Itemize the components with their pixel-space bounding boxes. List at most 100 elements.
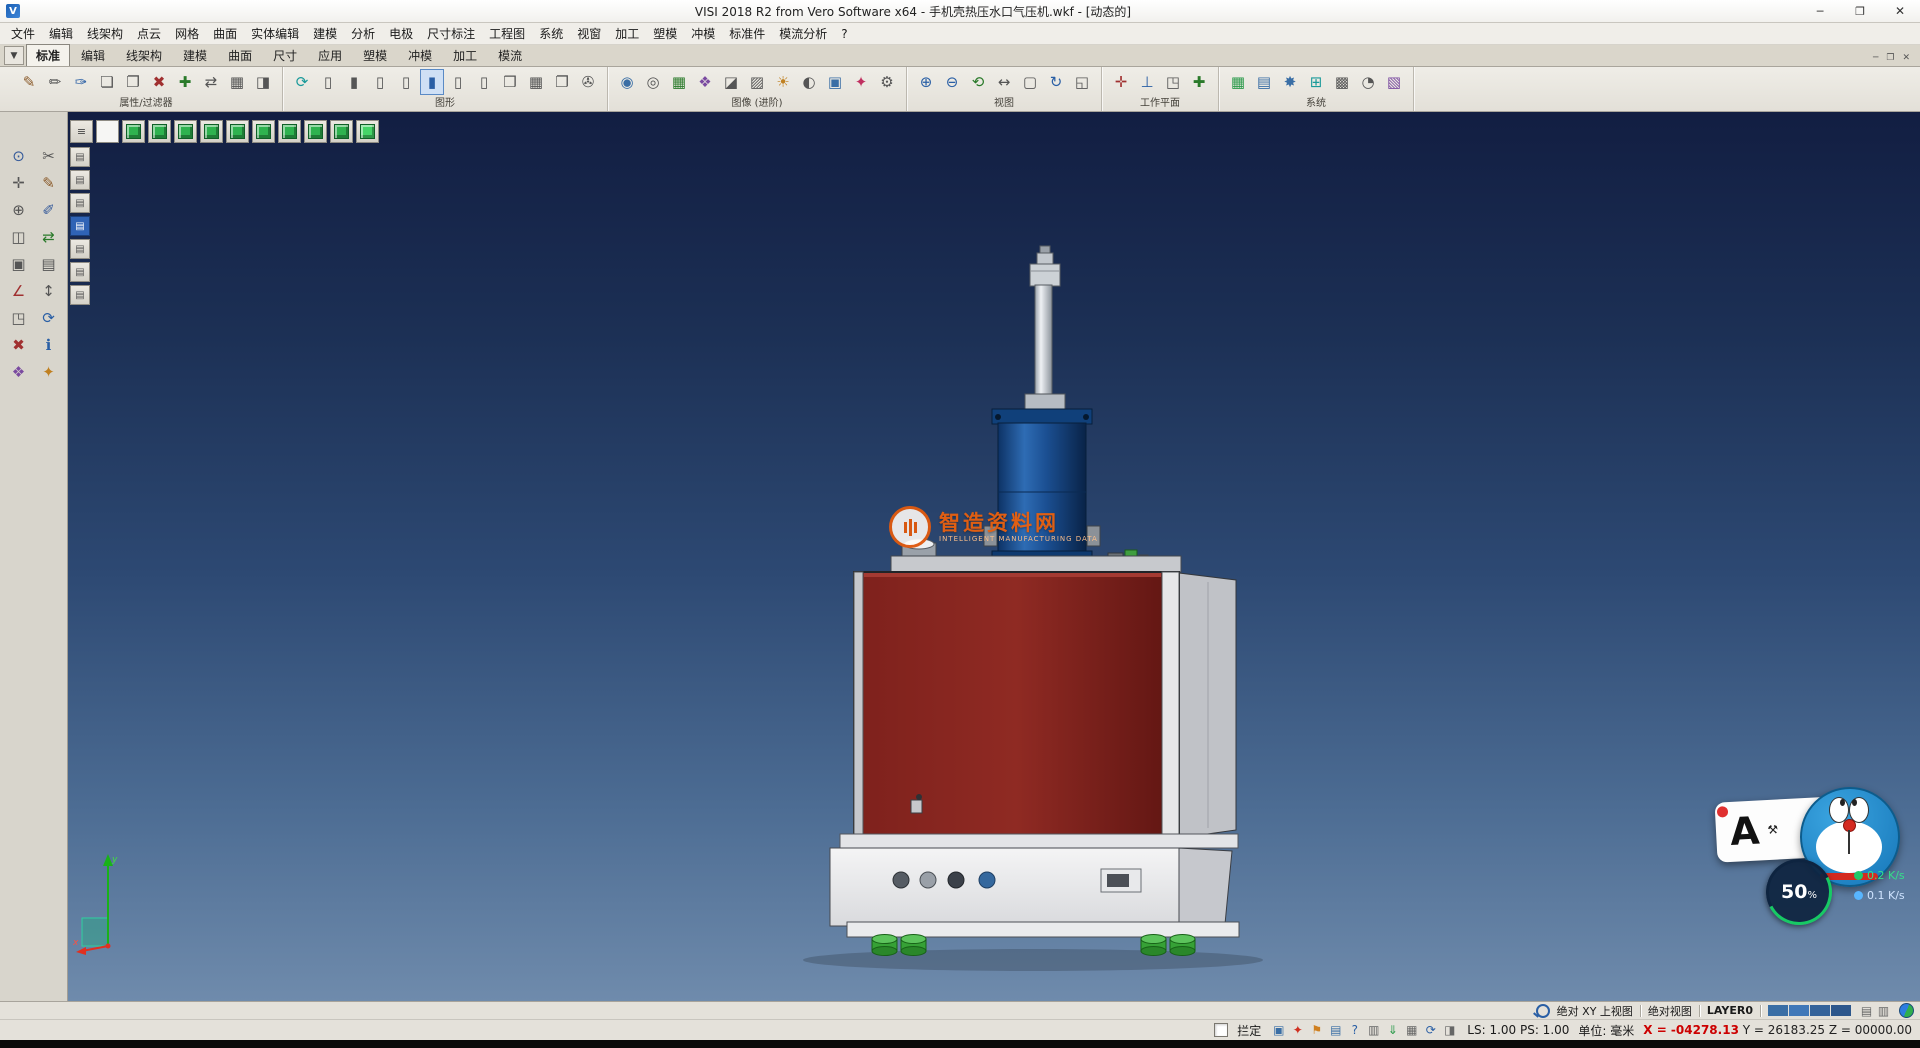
dimension-icon[interactable]: ↕ <box>34 277 64 304</box>
workplane-normal-icon[interactable]: ⊥ <box>1135 69 1159 95</box>
render-outline-icon[interactable]: ◎ <box>641 69 665 95</box>
cylinder-view-6-icon[interactable]: ▯ <box>472 69 496 95</box>
light-icon[interactable]: ☀ <box>771 69 795 95</box>
system-grid-icon[interactable]: ▦ <box>1226 69 1250 95</box>
filter-remove-icon[interactable]: ✖ <box>147 69 171 95</box>
system-clock-icon[interactable]: ◔ <box>1356 69 1380 95</box>
cylinder-view-3-icon[interactable]: ▯ <box>368 69 392 95</box>
filter-copy-icon[interactable]: ❐ <box>121 69 145 95</box>
menu-item-?[interactable]: ? <box>834 25 854 43</box>
render-shaded-icon[interactable]: ◉ <box>615 69 639 95</box>
tab-应用[interactable]: 应用 <box>308 44 352 66</box>
snap-cross-icon[interactable]: ✛ <box>4 169 34 196</box>
tab-尺寸[interactable]: 尺寸 <box>263 44 307 66</box>
clip-plane-3-button[interactable]: ▤ <box>70 193 90 213</box>
filter-swap-icon[interactable]: ⇄ <box>199 69 223 95</box>
tab-建模[interactable]: 建模 <box>173 44 217 66</box>
mirror-icon[interactable]: ⇄ <box>34 223 64 250</box>
view-cube-button-1[interactable] <box>122 120 145 143</box>
favorite-icon[interactable]: ✦ <box>34 358 64 385</box>
redraw-view-icon[interactable]: ↻ <box>1044 69 1068 95</box>
window-zoom-icon[interactable]: ◱ <box>1070 69 1094 95</box>
layer-color-bar-4[interactable] <box>1831 1005 1851 1016</box>
layer-display-icon[interactable]: ❐ <box>550 69 574 95</box>
tab-编辑[interactable]: 编辑 <box>71 44 115 66</box>
menu-item-曲面[interactable]: 曲面 <box>206 23 244 44</box>
menu-item-编辑[interactable]: 编辑 <box>42 23 80 44</box>
workplane-new-icon[interactable]: ✚ <box>1187 69 1211 95</box>
tab-模流[interactable]: 模流 <box>488 44 532 66</box>
lock-checkbox[interactable] <box>1214 1023 1228 1037</box>
view-cube-button-9[interactable] <box>330 120 353 143</box>
menu-item-冲模[interactable]: 冲模 <box>684 23 722 44</box>
system-snap-icon[interactable]: ✸ <box>1278 69 1302 95</box>
menu-item-实体编辑[interactable]: 实体编辑 <box>244 23 306 44</box>
workplane-icon[interactable]: ◳ <box>4 304 34 331</box>
clip-plane-2-button[interactable]: ▤ <box>70 170 90 190</box>
menu-item-视窗[interactable]: 视窗 <box>570 23 608 44</box>
filter-box-icon[interactable]: ❏ <box>95 69 119 95</box>
cylinder-view-1-icon[interactable]: ▯ <box>316 69 340 95</box>
copy-attributes-icon[interactable]: ✏ <box>43 69 67 95</box>
view-cube-button-7[interactable] <box>278 120 301 143</box>
attribute-pen-icon[interactable]: ✑ <box>69 69 93 95</box>
view-cube-button-5[interactable] <box>226 120 249 143</box>
trim-icon[interactable]: ✂ <box>34 142 64 169</box>
menu-item-点云[interactable]: 点云 <box>130 23 168 44</box>
menu-item-系统[interactable]: 系统 <box>532 23 570 44</box>
view-cube-button-4[interactable] <box>200 120 223 143</box>
layer-color-bar-3[interactable] <box>1810 1005 1830 1016</box>
menu-item-分析[interactable]: 分析 <box>344 23 382 44</box>
mdi-minimize-button[interactable]: ─ <box>1873 53 1878 63</box>
measure-icon[interactable]: ∠ <box>4 277 34 304</box>
list-icon[interactable]: ▥ <box>1875 1003 1892 1018</box>
surface-icon[interactable]: ◫ <box>4 223 34 250</box>
view-orientation-label[interactable]: 绝对 XY 上视图 <box>1557 1003 1633 1019</box>
render-settings-icon[interactable]: ⚙ <box>875 69 899 95</box>
info-icon[interactable]: ℹ <box>34 331 64 358</box>
background-icon[interactable]: ▣ <box>823 69 847 95</box>
layer-status-icon[interactable]: ▤ <box>1327 1023 1344 1038</box>
grid-status-icon[interactable]: ▦ <box>1403 1023 1420 1038</box>
menu-item-线架构[interactable]: 线架构 <box>80 23 130 44</box>
cylinder-shaded-icon[interactable]: ▮ <box>420 69 444 95</box>
grid-filter-icon[interactable]: ▦ <box>225 69 249 95</box>
layer-color-bar-2[interactable] <box>1789 1005 1809 1016</box>
modify-icon[interactable]: ✐ <box>34 196 64 223</box>
highlight-icon[interactable]: ✦ <box>849 69 873 95</box>
stack-icon[interactable]: ▤ <box>1858 1003 1875 1018</box>
system-pattern-icon[interactable]: ▩ <box>1330 69 1354 95</box>
system-table-icon[interactable]: ⊞ <box>1304 69 1328 95</box>
menu-item-网格[interactable]: 网格 <box>168 23 206 44</box>
zoom-in-icon[interactable]: ⊕ <box>914 69 938 95</box>
alert-status-icon[interactable]: ✦ <box>1289 1023 1306 1038</box>
tab-线架构[interactable]: 线架构 <box>116 44 172 66</box>
mask-filter-icon[interactable]: ◨ <box>251 69 275 95</box>
shadow-icon[interactable]: ◐ <box>797 69 821 95</box>
menu-item-工程图[interactable]: 工程图 <box>482 23 532 44</box>
search-icon[interactable] <box>1536 1004 1550 1018</box>
mdi-close-button[interactable]: ✕ <box>1902 53 1910 63</box>
box-wireframe-icon[interactable]: ❒ <box>498 69 522 95</box>
rotate-icon[interactable]: ⟳ <box>34 304 64 331</box>
menu-item-加工[interactable]: 加工 <box>608 23 646 44</box>
refresh-graphics-icon[interactable]: ⟳ <box>290 69 314 95</box>
clip-plane-5-button[interactable]: ▤ <box>70 239 90 259</box>
tape-display-icon[interactable]: ✇ <box>576 69 600 95</box>
sketch-icon[interactable]: ✎ <box>34 169 64 196</box>
view-cube-button-6[interactable] <box>252 120 275 143</box>
layer-color-bar-1[interactable] <box>1768 1005 1788 1016</box>
tab-dropdown-button[interactable]: ▼ <box>4 46 24 65</box>
workplane-align-icon[interactable]: ◳ <box>1161 69 1185 95</box>
menu-item-塑模[interactable]: 塑模 <box>646 23 684 44</box>
download-status-icon[interactable]: ⇓ <box>1384 1023 1401 1038</box>
tab-塑模[interactable]: 塑模 <box>353 44 397 66</box>
mesh-display-icon[interactable]: ▦ <box>524 69 548 95</box>
tab-冲模[interactable]: 冲模 <box>398 44 442 66</box>
lock-label[interactable]: 拦定 <box>1237 1022 1261 1039</box>
sync-status-icon[interactable]: ⟳ <box>1422 1023 1439 1038</box>
palette-icon[interactable]: ❖ <box>4 358 34 385</box>
view-menu-button[interactable]: ≡ <box>70 120 93 143</box>
layers-icon[interactable]: ▤ <box>34 250 64 277</box>
clip-plane-6-button[interactable]: ▤ <box>70 262 90 282</box>
